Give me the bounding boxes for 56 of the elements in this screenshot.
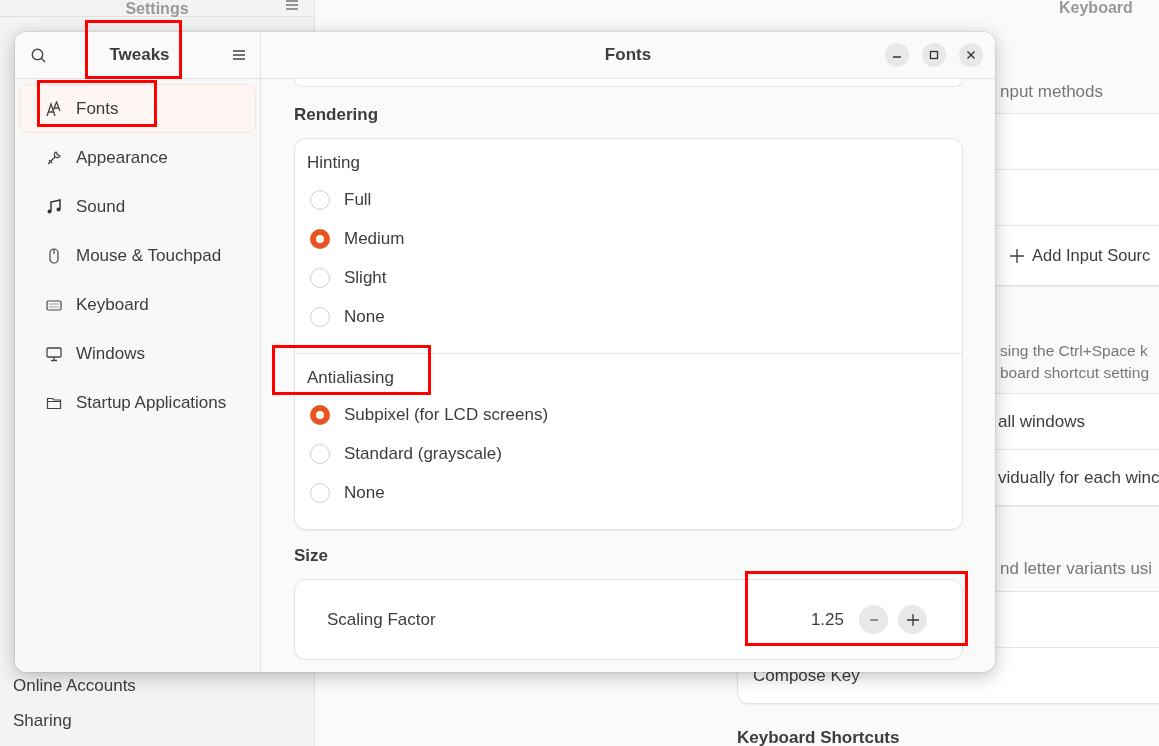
section-heading: Keyboard Shortcuts (737, 727, 901, 746)
plus-icon (1010, 248, 1024, 263)
page-title: Fonts (604, 45, 652, 65)
section-caption: nd letter variants usi (999, 558, 1154, 580)
close-icon (966, 50, 976, 60)
option-label[interactable]: None (344, 306, 385, 327)
section-caption: nput methods (999, 81, 1104, 103)
maximize-icon (929, 50, 939, 60)
close-button[interactable] (959, 43, 983, 67)
sidebar-item[interactable]: Online Accounts (13, 676, 136, 696)
music-note-icon (46, 198, 62, 215)
group-label: Hinting (306, 152, 361, 174)
wrench-icon (46, 149, 62, 166)
option-label[interactable]: Full (344, 189, 372, 210)
menu-icon[interactable] (286, 0, 298, 10)
option-label[interactable]: Subpixel (for LCD screens) (344, 404, 549, 425)
radio-button[interactable] (310, 267, 330, 288)
page-title: Keyboard (1059, 0, 1134, 15)
option-label[interactable]: vidually for each winc (998, 467, 1159, 488)
option-label[interactable]: Standard (grayscale) (344, 443, 502, 464)
menu-icon[interactable] (233, 50, 245, 60)
sidebar-item[interactable]: Sound (19, 182, 256, 231)
sidebar-item[interactable]: Windows (19, 329, 256, 378)
sidebar-item[interactable]: Fonts (19, 84, 256, 133)
mouse-icon (46, 247, 62, 264)
maximize-button[interactable] (922, 43, 946, 67)
option-label[interactable]: all windows (998, 411, 1085, 432)
sidebar-item[interactable]: Mouse & Touchpad (19, 231, 256, 280)
radio-button[interactable] (310, 228, 330, 249)
section-heading: Rendering (294, 104, 380, 126)
radio-button[interactable] (310, 404, 330, 425)
sidebar-item[interactable]: Appearance (19, 133, 256, 182)
option-label[interactable]: Medium (344, 228, 405, 249)
plus-icon (906, 613, 919, 626)
minimize-button[interactable] (885, 43, 909, 67)
sidebar-item[interactable]: Keyboard (19, 280, 256, 329)
sidebar-item[interactable]: Sharing (13, 710, 72, 731)
section-heading: Size (294, 545, 330, 567)
increase-button[interactable] (898, 605, 927, 634)
radio-button[interactable] (310, 482, 330, 503)
value-text: 1.25 (810, 609, 844, 630)
window-title: Settings (125, 1, 189, 16)
section-caption: sing the Ctrl+Space k board shortcut setting (999, 341, 1151, 383)
setting-label: Scaling Factor (327, 609, 436, 630)
monitor-icon (46, 345, 62, 362)
option-label[interactable]: None (344, 482, 385, 503)
radio-button[interactable] (310, 306, 330, 327)
search-icon[interactable] (31, 47, 46, 63)
window-title: Tweaks (109, 45, 170, 65)
sidebar-item[interactable]: Startup Applications (19, 378, 256, 427)
group-label: Antialiasing (306, 367, 395, 389)
option-label[interactable]: Slight (344, 267, 387, 288)
radio-button[interactable] (310, 189, 330, 210)
add-input-source-button[interactable]: Add Input Sourc (738, 226, 1159, 285)
font-icon (46, 100, 62, 117)
radio-button[interactable] (310, 443, 330, 464)
